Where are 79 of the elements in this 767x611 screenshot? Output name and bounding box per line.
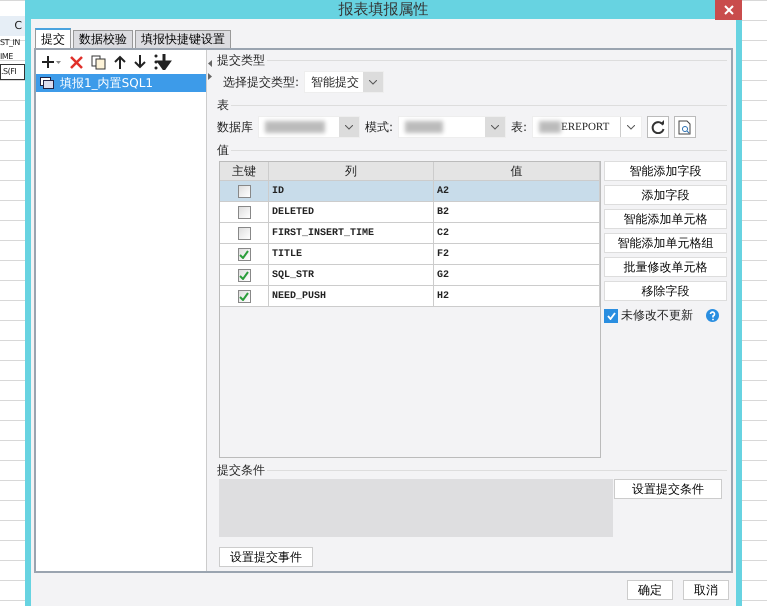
action-button[interactable]: 批量修改单元格 [604,257,727,277]
move-bottom-icon[interactable] [154,54,172,70]
checkbox[interactable] [238,184,250,198]
table-row[interactable]: NEED_PUSH H2 [220,286,600,307]
arrow-up-icon[interactable] [114,55,126,69]
checkbox[interactable] [238,290,250,302]
column-header: 值 [434,162,600,180]
caret-icon [369,80,378,84]
action-button[interactable]: 智能添加单元格 [604,209,727,229]
set-event-button[interactable]: 设置提交事件 [219,547,313,567]
table-dropdown[interactable]: EREPORT [532,116,642,138]
section-heading: 提交条件 [217,462,265,479]
sheet-cell: .S(FI [0,64,25,80]
table-icon [40,77,54,89]
check-icon [239,292,249,300]
add-icon[interactable] [42,55,62,69]
table-cell: A2 [434,181,600,201]
field-label: 数据库 [217,118,253,136]
section-heading: 表 [217,97,229,114]
tab[interactable]: 数据校验 [73,30,133,48]
column-header: 主键 [220,162,269,180]
table-cell: C2 [434,223,600,243]
checkbox[interactable] [238,206,250,218]
section-heading: 提交类型 [217,52,265,69]
table-cell: F2 [434,244,600,264]
checkbox[interactable] [238,226,250,240]
checkbox[interactable] [604,308,618,322]
field-label: 模式: [365,118,394,136]
submit-type-dropdown[interactable]: 智能提交 [304,71,384,93]
tab[interactable]: 填报快捷键设置 [135,30,231,48]
table-cell: TITLE [269,244,434,264]
help-icon[interactable] [706,309,719,322]
table-row[interactable]: SQL_STR G2 [220,265,600,286]
sheet-cell-text: ST_IN [0,37,21,49]
caret-icon [491,124,500,130]
section-heading: 值 [217,142,229,159]
column-header: C [0,16,25,36]
action-button[interactable]: 智能添加字段 [604,161,727,181]
check-icon [239,250,249,258]
table-row[interactable]: FIRST_INSERT_TIME C2 [220,223,600,244]
table-cell: B2 [434,202,600,222]
table-cell: H2 [434,286,600,306]
check-icon [239,270,249,280]
check-icon [606,312,616,320]
checkbox-label: 未修改不更新 [621,307,693,324]
set-condition-button[interactable]: 设置提交条件 [614,479,722,499]
copy-icon[interactable] [91,54,106,70]
table-row[interactable]: TITLE F2 [220,244,600,265]
close-button[interactable] [715,0,742,20]
table-cell: SQL_STR [269,265,434,285]
checkbox[interactable] [238,268,250,282]
action-button[interactable]: 移除字段 [604,281,727,301]
window-title: 报表填报属性 [338,0,428,19]
caret-icon [627,124,636,130]
table-cell: FIRST_INSERT_TIME [269,223,434,243]
table-cell: ID [269,181,434,201]
table-cell: G2 [434,265,600,285]
table-row[interactable]: DELETED B2 [220,202,600,223]
dialog-button[interactable]: 确定 [627,580,673,600]
arrow-down-icon[interactable] [134,55,146,69]
preview-button[interactable] [674,116,696,138]
action-button[interactable]: 添加字段 [604,185,727,205]
checkbox[interactable] [238,248,250,260]
field-label: 表: [511,118,528,136]
table-cell: NEED_PUSH [269,286,434,306]
dialog-button[interactable]: 取消 [683,580,729,600]
table-cell: DELETED [269,202,434,222]
refresh-button[interactable] [647,116,670,138]
caret-icon [345,124,353,130]
delete-icon[interactable] [70,56,83,68]
tab[interactable]: 提交 [35,28,71,48]
refresh-icon [651,120,666,134]
table-row[interactable]: ID A2 [220,181,600,202]
close-icon [724,5,734,15]
sheet-cell-text: IME [0,51,14,63]
preview-icon [678,120,692,134]
action-button[interactable]: 智能添加单元格组 [604,233,727,253]
field-label: 选择提交类型: [223,74,300,90]
column-header: 列 [269,162,434,180]
